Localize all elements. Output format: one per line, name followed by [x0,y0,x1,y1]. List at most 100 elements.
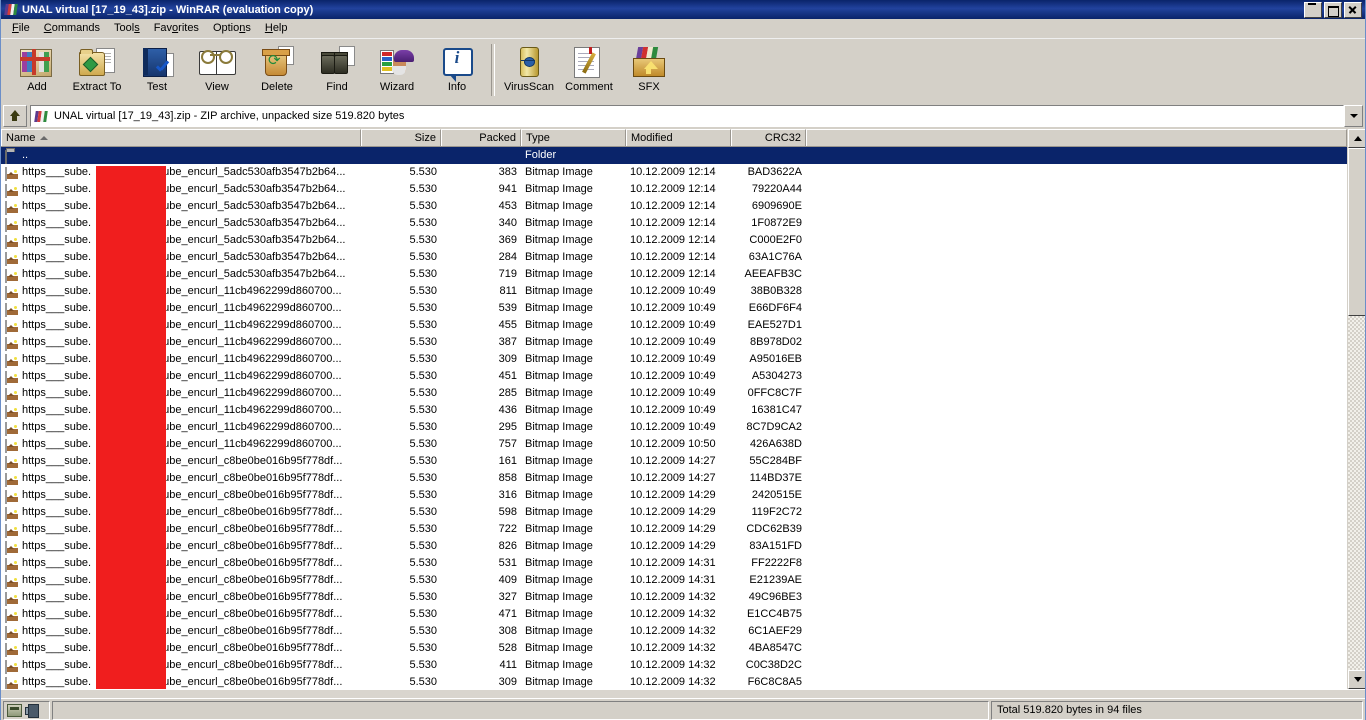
triangle-up-icon [1353,136,1362,141]
toolbar-button-test[interactable]: Test [127,42,187,100]
column-header-label-packed: Packed [479,132,516,144]
table-row[interactable]: https___sube. _isube_encurl_11cb4962299d8… [1,436,1347,453]
file-name-suffix: _isube_encurl_5adc530afb3547b2b64... [149,251,346,263]
toolbar-button-sfx[interactable]: SFX [619,42,679,100]
minimize-button[interactable] [1304,1,1322,18]
table-row[interactable]: https___sube. _isube_encurl_c8be0be016b95… [1,572,1347,589]
column-header-filler [806,129,1347,146]
table-row[interactable]: https___sube. _isube_encurl_11cb4962299d8… [1,351,1347,368]
table-row[interactable]: https___sube. _isube_encurl_5adc530afb354… [1,215,1347,232]
cell-type: Bitmap Image [525,523,593,535]
table-row[interactable]: https___sube. _isube_encurl_c8be0be016b95… [1,606,1347,623]
table-row[interactable]: https___sube. _isube_encurl_c8be0be016b95… [1,674,1347,689]
archive-path-field[interactable]: UNAL virtual [17_19_43].zip - ZIP archiv… [30,105,1344,127]
horizontal-scrollbar[interactable] [1,689,1365,698]
cell-size: 5.530 [409,438,437,450]
toolbar-button-comment[interactable]: Comment [559,42,619,100]
cell-name: https___sube. _isube_encurl_11cb4962299d8… [1,368,361,385]
table-row[interactable]: https___sube. _isube_encurl_5adc530afb354… [1,181,1347,198]
table-row[interactable]: https___sube. _isube_encurl_11cb4962299d8… [1,419,1347,436]
toolbar-button-info[interactable]: i Info [427,42,487,100]
table-row[interactable]: https___sube. _isube_encurl_c8be0be016b95… [1,504,1347,521]
menu-item-options[interactable]: Options [206,21,258,36]
file-name-suffix: _isube_encurl_c8be0be016b95f778df... [149,540,343,552]
cell-crc: 8C7D9CA2 [746,421,802,433]
vscroll-track[interactable] [1348,148,1365,670]
table-row[interactable]: https___sube. _isube_encurl_11cb4962299d8… [1,300,1347,317]
column-header-type[interactable]: Type [521,129,626,146]
winrar-window: UNAL virtual [17_19_43].zip - WinRAR (ev… [0,0,1366,720]
column-header-label-crc: CRC32 [764,132,801,144]
cell-type: Bitmap Image [525,217,593,229]
cell-name: https___sube. _isube_encurl_5adc530afb354… [1,164,361,181]
column-header-modified[interactable]: Modified [626,129,731,146]
table-row[interactable]: https___sube. _isube_encurl_11cb4962299d8… [1,334,1347,351]
toolbar-label-delete: Delete [261,81,293,93]
column-header-size[interactable]: Size [361,129,441,146]
restore-button[interactable] [1324,1,1342,18]
scroll-down-button[interactable] [1348,670,1365,689]
bitmap-icon [5,217,19,232]
table-row[interactable]: https___sube. _isube_encurl_c8be0be016b95… [1,555,1347,572]
cell-name: https___sube. _isube_encurl_c8be0be016b95… [1,487,361,504]
cell-modified: 10.12.2009 12:14 [630,234,716,246]
cell-crc: 55C284BF [749,455,802,467]
arrow-up-icon [8,109,22,123]
toolbar-label-test: Test [146,81,168,93]
menu-item-help[interactable]: Help [258,21,295,36]
table-row[interactable]: https___sube. _isube_encurl_5adc530afb354… [1,266,1347,283]
file-name-suffix: _isube_encurl_11cb4962299d860700... [149,302,342,314]
table-row[interactable]: https___sube. _isube_encurl_c8be0be016b95… [1,589,1347,606]
menu-bar: File Commands Tools Favorites Options Help [1,19,1365,38]
toolbar-button-add[interactable]: Add [7,42,67,100]
table-row[interactable]: https___sube. _isube_encurl_11cb4962299d8… [1,317,1347,334]
cell-modified: 10.12.2009 14:29 [630,489,716,501]
table-row[interactable]: https___sube. _isube_encurl_5adc530afb354… [1,249,1347,266]
toolbar-button-find[interactable]: Find [307,42,367,100]
table-row[interactable]: https___sube. _isube_encurl_c8be0be016b95… [1,453,1347,470]
table-row[interactable]: https___sube. _isube_encurl_11cb4962299d8… [1,368,1347,385]
toolbar-button-wizard[interactable]: Wizard [367,42,427,100]
menu-item-commands[interactable]: Commands [37,21,107,36]
column-header-crc[interactable]: CRC32 [731,129,806,146]
cell-modified: 10.12.2009 12:14 [630,268,716,280]
cell-type: Bitmap Image [525,387,593,399]
sort-ascending-icon [40,136,49,140]
toolbar-button-virusscan[interactable]: VirusScan [499,42,559,100]
toolbar-button-extract-to[interactable]: Extract To [67,42,127,100]
toolbar-button-delete[interactable]: Delete [247,42,307,100]
close-button[interactable] [1344,1,1362,18]
table-row[interactable]: https___sube. _isube_encurl_c8be0be016b95… [1,521,1347,538]
file-name-suffix: _isube_encurl_c8be0be016b95f778df... [149,506,343,518]
table-row[interactable]: https___sube. _isube_encurl_c8be0be016b95… [1,538,1347,555]
up-one-level-button[interactable] [3,105,27,127]
vertical-scrollbar[interactable] [1347,129,1365,689]
table-row[interactable]: https___sube. _isube_encurl_11cb4962299d8… [1,385,1347,402]
extract-to-icon [77,44,117,80]
table-row[interactable]: https___sube. _isube_encurl_5adc530afb354… [1,164,1347,181]
menu-item-favorites[interactable]: Favorites [147,21,206,36]
table-row[interactable]: https___sube. _isube_encurl_c8be0be016b95… [1,470,1347,487]
vscroll-thumb[interactable] [1348,148,1365,316]
table-row[interactable]: https___sube. _isube_encurl_c8be0be016b95… [1,623,1347,640]
cell-crc: 1F0872E9 [751,217,802,229]
address-dropdown-button[interactable] [1344,105,1363,127]
table-row[interactable]: https___sube. _isube_encurl_5adc530afb354… [1,232,1347,249]
hscroll-track[interactable] [1,689,1365,698]
virusscan-icon [509,44,549,80]
toolbar-button-view[interactable]: View [187,42,247,100]
table-row[interactable]: .. Folder [1,147,1347,164]
table-row[interactable]: https___sube. _isube_encurl_c8be0be016b95… [1,487,1347,504]
scroll-up-button[interactable] [1348,129,1365,148]
menu-item-tools[interactable]: Tools [107,21,147,36]
column-header-packed[interactable]: Packed [441,129,521,146]
table-row[interactable]: https___sube. _isube_encurl_11cb4962299d8… [1,283,1347,300]
table-row[interactable]: https___sube. _isube_encurl_c8be0be016b95… [1,640,1347,657]
table-row[interactable]: https___sube. _isube_encurl_c8be0be016b95… [1,657,1347,674]
menu-item-file[interactable]: File [5,21,37,36]
table-row[interactable]: https___sube. _isube_encurl_11cb4962299d8… [1,402,1347,419]
cell-modified: 10.12.2009 10:49 [630,404,716,416]
table-row[interactable]: https___sube. _isube_encurl_5adc530afb354… [1,198,1347,215]
bitmap-icon [5,353,19,368]
column-header-name[interactable]: Name [1,129,361,146]
